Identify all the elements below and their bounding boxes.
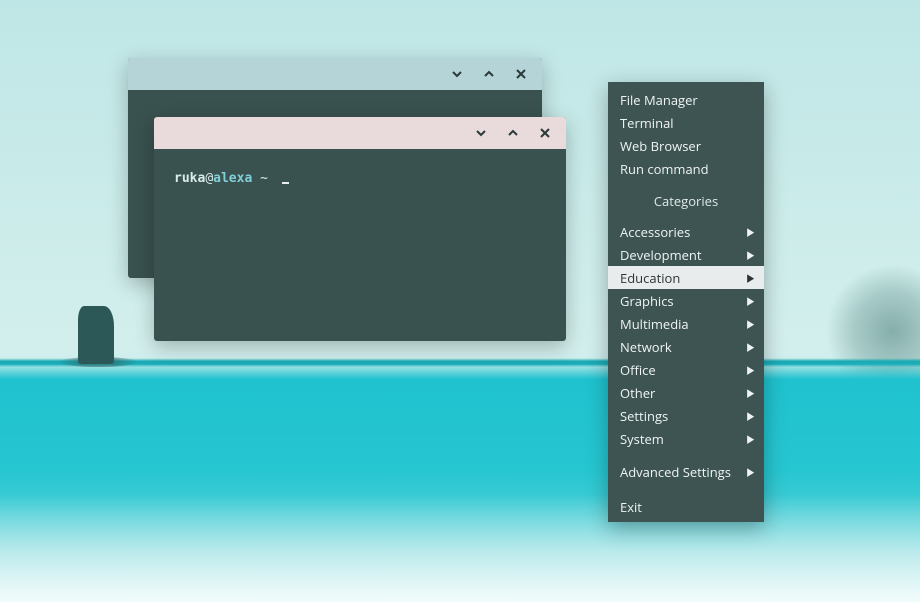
- submenu-arrow-icon: ▶: [747, 431, 754, 447]
- minimize-icon[interactable]: [472, 124, 490, 142]
- titlebar-inactive[interactable]: [128, 58, 542, 90]
- menu-item-label: Office: [620, 361, 656, 379]
- menu-item-advanced-settings[interactable]: Advanced Settings ▶: [608, 460, 764, 483]
- menu-category-item[interactable]: Multimedia ▶: [608, 312, 764, 335]
- menu-item-label: Network: [620, 338, 672, 356]
- desktop: ruka@alexa ~ File Manager Terminal Web Bro…: [0, 0, 920, 602]
- submenu-arrow-icon: ▶: [747, 464, 754, 480]
- menu-item-label: Settings: [620, 407, 668, 425]
- prompt-host: alexa: [213, 171, 252, 186]
- menu-categories-title: Categories: [608, 186, 764, 216]
- submenu-arrow-icon: ▶: [747, 339, 754, 355]
- menu-category-item[interactable]: Settings ▶: [608, 404, 764, 427]
- menu-category-item[interactable]: Other ▶: [608, 381, 764, 404]
- menu-item-launcher[interactable]: Run command: [608, 157, 764, 180]
- menu-item-exit[interactable]: Exit: [608, 495, 764, 518]
- close-icon[interactable]: [512, 65, 530, 83]
- maximize-icon[interactable]: [504, 124, 522, 142]
- prompt-user: ruka: [174, 171, 205, 186]
- menu-item-launcher[interactable]: Terminal: [608, 111, 764, 134]
- menu-item-label: Web Browser: [620, 137, 701, 155]
- menu-category-item[interactable]: Network ▶: [608, 335, 764, 358]
- submenu-arrow-icon: ▶: [747, 362, 754, 378]
- menu-item-label: Multimedia: [620, 315, 689, 333]
- menu-item-launcher[interactable]: File Manager: [608, 88, 764, 111]
- menu-category-item[interactable]: Development ▶: [608, 243, 764, 266]
- menu-item-label: Other: [620, 384, 655, 402]
- application-menu: File Manager Terminal Web Browser Run comma…: [608, 82, 764, 522]
- menu-category-item[interactable]: System ▶: [608, 427, 764, 450]
- menu-category-item[interactable]: Education ▶: [608, 266, 764, 289]
- submenu-arrow-icon: ▶: [747, 385, 754, 401]
- menu-item-label: Education: [620, 269, 680, 287]
- menu-category-item[interactable]: Accessories ▶: [608, 220, 764, 243]
- titlebar-active[interactable]: [154, 117, 566, 149]
- close-icon[interactable]: [536, 124, 554, 142]
- submenu-arrow-icon: ▶: [747, 224, 754, 240]
- menu-item-label: Terminal: [620, 114, 674, 132]
- menu-separator: [608, 450, 764, 460]
- submenu-arrow-icon: ▶: [747, 316, 754, 332]
- submenu-arrow-icon: ▶: [747, 293, 754, 309]
- menu-item-launcher[interactable]: Web Browser: [608, 134, 764, 157]
- maximize-icon[interactable]: [480, 65, 498, 83]
- menu-item-label: Advanced Settings: [620, 463, 731, 481]
- menu-item-label: System: [620, 430, 664, 448]
- terminal-window-active[interactable]: ruka@alexa ~: [154, 117, 566, 341]
- menu-item-label: Accessories: [620, 223, 690, 241]
- submenu-arrow-icon: ▶: [747, 270, 754, 286]
- cursor: [282, 182, 289, 184]
- submenu-arrow-icon: ▶: [747, 247, 754, 263]
- menu-item-label: Graphics: [620, 292, 674, 310]
- wallpaper-rock: [78, 306, 114, 364]
- submenu-arrow-icon: ▶: [747, 408, 754, 424]
- menu-category-item[interactable]: Office ▶: [608, 358, 764, 381]
- menu-item-label: File Manager: [620, 91, 698, 109]
- menu-item-label: Development: [620, 246, 702, 264]
- menu-categories: Accessories▶Development▶Education▶Graphi…: [608, 220, 764, 450]
- prompt-tail: ~: [252, 171, 275, 186]
- minimize-icon[interactable]: [448, 65, 466, 83]
- menu-category-item[interactable]: Graphics ▶: [608, 289, 764, 312]
- menu-launchers: File Manager Terminal Web Browser Run comma…: [608, 88, 764, 180]
- menu-separator: [608, 483, 764, 493]
- menu-item-label: Exit: [620, 498, 642, 516]
- menu-item-label: Run command: [620, 160, 709, 178]
- terminal-output[interactable]: ruka@alexa ~: [154, 149, 566, 208]
- prompt-at: @: [205, 171, 213, 186]
